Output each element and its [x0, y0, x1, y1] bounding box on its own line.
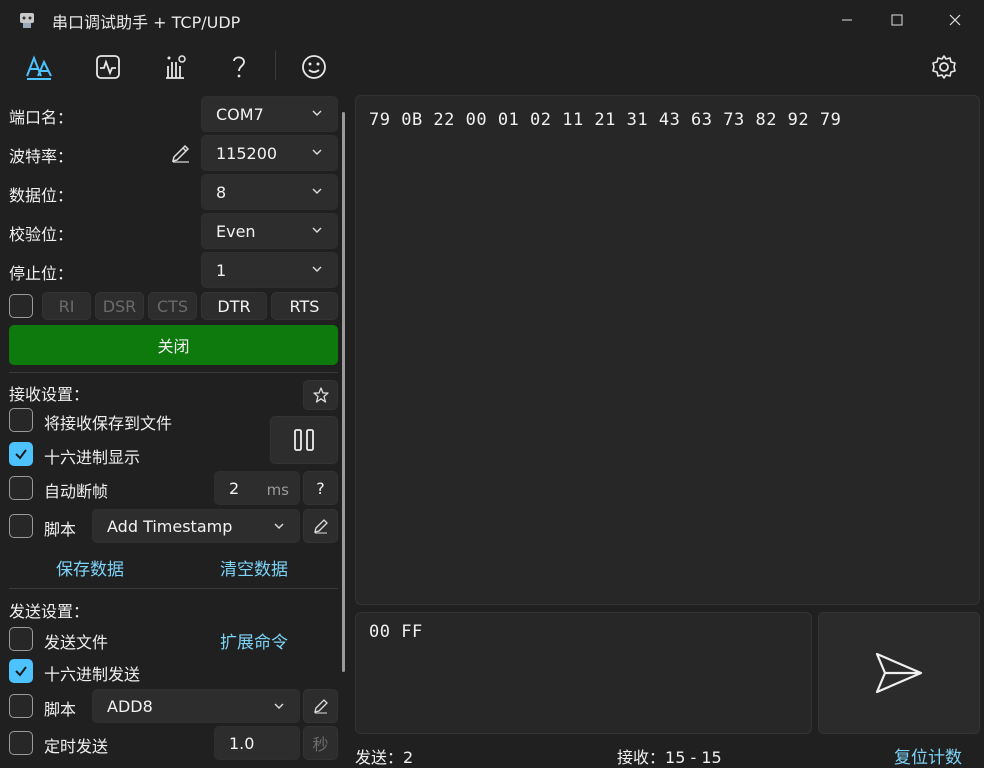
pen-icon [313, 519, 328, 534]
port-name-select[interactable]: COM7 [201, 96, 338, 132]
databits-value: 8 [216, 182, 227, 202]
baud-select[interactable]: 115200 [201, 135, 338, 171]
send-file-checkbox[interactable] [9, 627, 33, 651]
save-data-link[interactable]: 保存数据 [56, 555, 124, 580]
pause-icon [294, 429, 314, 451]
chevron-down-icon [312, 188, 322, 194]
timed-send-checkbox[interactable] [9, 731, 33, 755]
chevron-down-icon [274, 703, 284, 709]
window-title: 串口调试助手 + TCP/UDP [52, 13, 241, 32]
send-heading: 发送设置： [9, 602, 90, 621]
send-script-value: ADD8 [107, 696, 153, 716]
hex-display-checkbox[interactable] [9, 442, 33, 466]
port-name-value: COM7 [216, 104, 264, 124]
minimize-button[interactable] [824, 0, 870, 40]
edit-script-button[interactable] [303, 509, 338, 543]
send-script-checkbox[interactable] [9, 694, 33, 718]
sent-value: 2 [403, 748, 414, 767]
pulse-icon[interactable] [91, 50, 125, 84]
cts-button[interactable]: CTS [148, 292, 197, 320]
auto-frame-label: 自动断帧 [44, 482, 109, 501]
parity-value: Even [216, 221, 256, 241]
timed-send-label: 定时发送 [44, 737, 109, 756]
hex-send-label: 十六进制发送 [44, 665, 141, 684]
checkmark-icon [15, 666, 27, 677]
help-icon[interactable] [222, 50, 256, 84]
recv-value: 15 - 15 [665, 748, 722, 767]
save-to-file-label: 将接收保存到文件 [44, 414, 173, 433]
send-button[interactable] [818, 612, 980, 734]
ms-unit: ms [266, 481, 289, 499]
send-icon [875, 652, 923, 694]
parity-select[interactable]: Even [201, 213, 338, 249]
star-icon[interactable] [303, 380, 338, 410]
send-script-label: 脚本 [44, 700, 77, 719]
font-icon[interactable] [22, 50, 56, 84]
received-count: 接收：15 - 15 [617, 744, 722, 768]
chevron-down-icon [312, 110, 322, 116]
seconds-unit: 秒 [303, 726, 338, 760]
receive-text-area[interactable]: 79 0B 22 00 01 02 11 21 31 43 63 73 82 9… [355, 95, 980, 605]
baud-value: 115200 [216, 143, 278, 163]
chevron-down-icon [312, 266, 322, 272]
frame-ms-value: 2 [229, 478, 240, 498]
clear-data-link[interactable]: 清空数据 [220, 555, 288, 580]
send-script-select[interactable]: ADD8 [92, 689, 300, 723]
recv-label: 接收： [617, 748, 666, 767]
auto-frame-checkbox[interactable] [9, 476, 33, 500]
stopbits-select[interactable]: 1 [201, 252, 338, 288]
chevron-down-icon [312, 149, 322, 155]
send-text-area[interactable]: 00 FF [355, 612, 812, 734]
receive-heading: 接收设置： [9, 385, 90, 404]
signal-checkbox[interactable] [9, 294, 33, 318]
gear-icon[interactable] [927, 50, 961, 84]
divider [9, 588, 338, 589]
close-button[interactable] [932, 0, 978, 40]
receive-script-label: 脚本 [44, 520, 77, 539]
parity-label: 校验位： [9, 225, 74, 244]
hex-send-checkbox[interactable] [9, 659, 33, 683]
dtr-button[interactable]: DTR [201, 292, 267, 320]
frame-help-button[interactable]: ? [303, 471, 338, 505]
chevron-down-icon [274, 523, 284, 529]
send-file-label: 发送文件 [44, 633, 109, 652]
extend-command-link[interactable]: 扩展命令 [220, 628, 288, 653]
receive-script-value: Add Timestamp [107, 516, 233, 536]
receive-script-select[interactable]: Add Timestamp [92, 509, 300, 543]
timed-interval-value: 1.0 [229, 733, 255, 753]
maximize-button[interactable] [874, 0, 920, 40]
pen-icon[interactable] [169, 141, 193, 165]
port-name-label: 端口名： [9, 108, 74, 127]
receive-content: 79 0B 22 00 01 02 11 21 31 43 63 73 82 9… [369, 110, 842, 130]
edit-send-script-button[interactable] [303, 689, 338, 723]
save-to-file-checkbox[interactable] [9, 408, 33, 432]
toolbar-divider [275, 50, 276, 80]
receive-script-checkbox[interactable] [9, 514, 33, 538]
hand-icon[interactable] [158, 50, 192, 84]
rts-button[interactable]: RTS [271, 292, 338, 320]
databits-label: 数据位： [9, 186, 74, 205]
dsr-button[interactable]: DSR [95, 292, 144, 320]
hex-display-label: 十六进制显示 [44, 448, 141, 467]
baud-label: 波特率： [9, 147, 74, 166]
divider [9, 372, 338, 373]
app-icon [17, 10, 37, 30]
checkmark-icon [15, 449, 27, 460]
databits-select[interactable]: 8 [201, 174, 338, 210]
pen-icon [313, 699, 328, 714]
send-content: 00 FF [369, 622, 423, 642]
pause-button[interactable] [270, 416, 338, 464]
close-port-button[interactable]: 关闭 [9, 325, 338, 365]
left-panel-scrollbar[interactable] [342, 112, 345, 672]
frame-ms-input[interactable]: 2 ms [214, 471, 300, 505]
chevron-down-icon [312, 227, 322, 233]
reset-count-link[interactable]: 复位计数 [894, 743, 962, 768]
stopbits-label: 停止位： [9, 264, 74, 283]
ri-button[interactable]: RI [42, 292, 91, 320]
sent-count: 发送：2 [355, 744, 413, 768]
timed-interval-input[interactable]: 1.0 [214, 726, 300, 760]
smiley-icon[interactable] [297, 50, 331, 84]
stopbits-value: 1 [216, 260, 227, 280]
sent-label: 发送： [355, 748, 404, 767]
